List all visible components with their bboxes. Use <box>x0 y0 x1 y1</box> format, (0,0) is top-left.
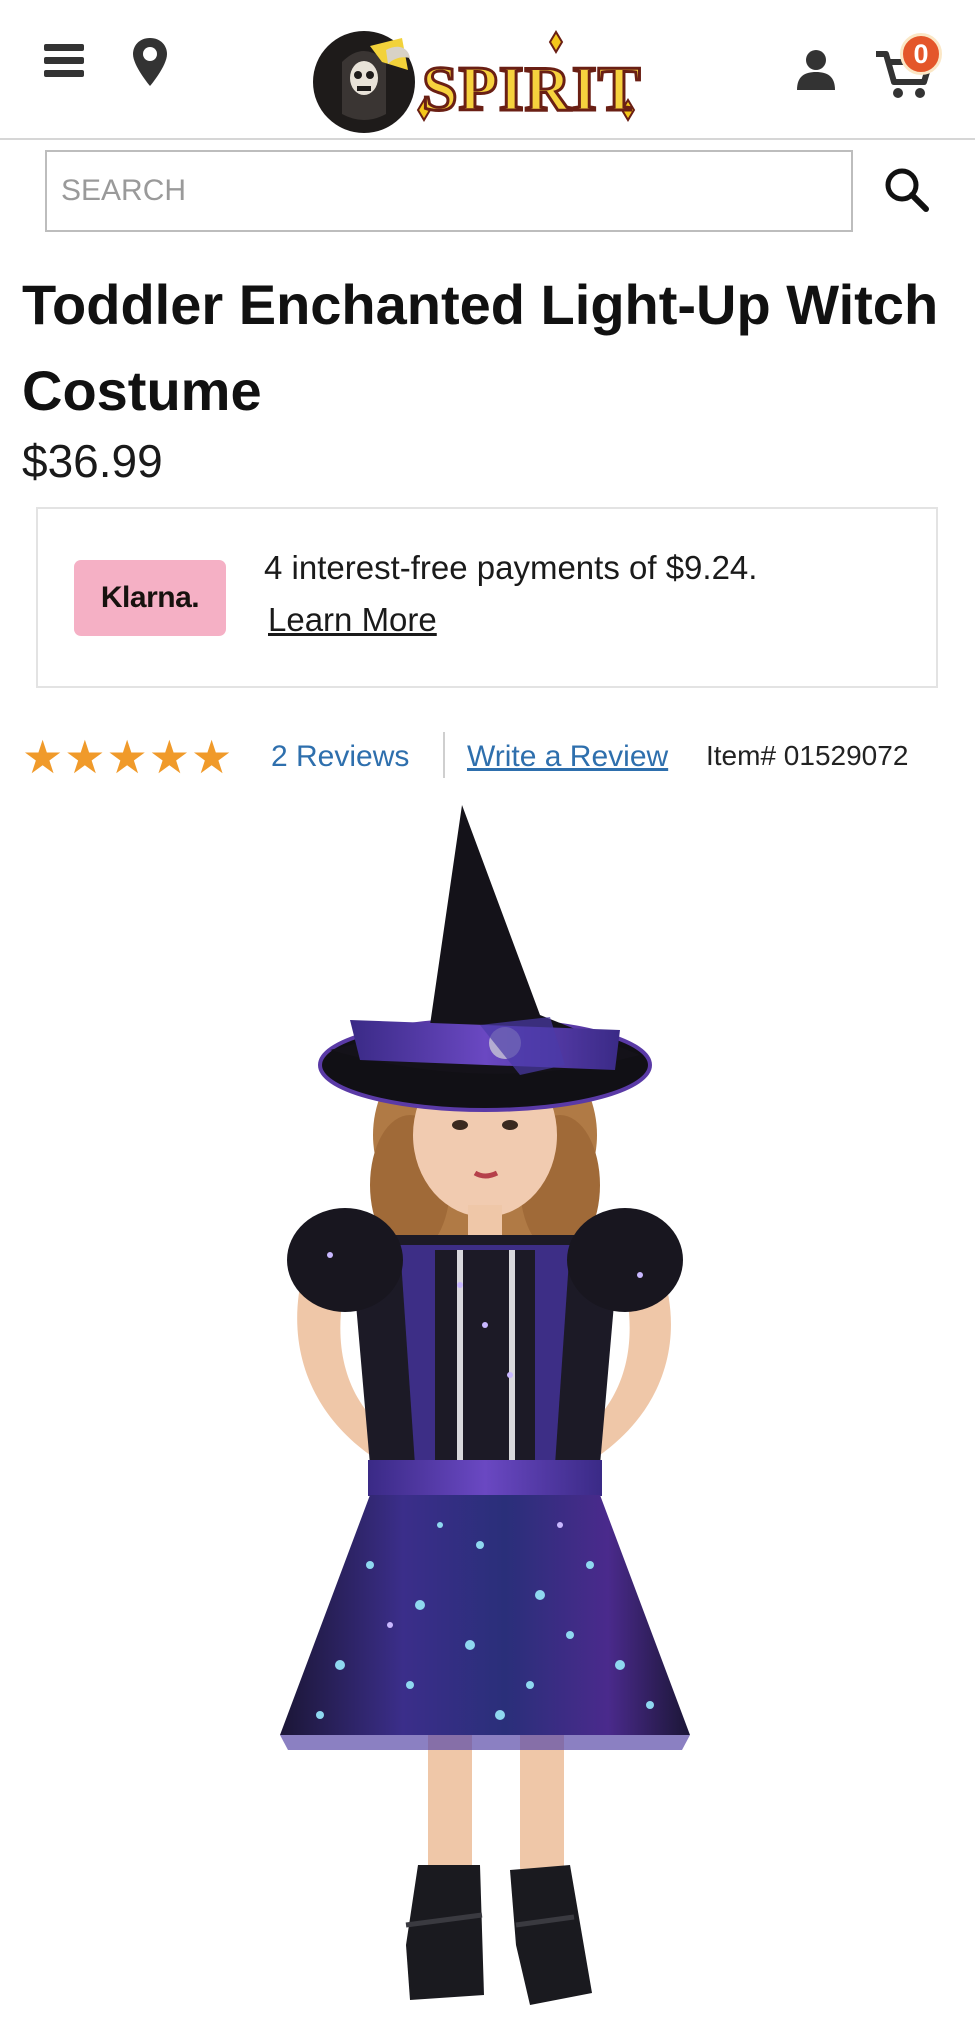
product-price: $36.99 <box>22 435 163 487</box>
item-number: Item# 01529072 <box>706 740 909 771</box>
klarna-badge: Klarna. <box>74 560 226 636</box>
write-review-link[interactable]: Write a Review <box>467 740 668 774</box>
location-pin-icon[interactable] <box>130 36 170 88</box>
cart-count-badge[interactable]: 0 <box>900 33 942 75</box>
menu-icon[interactable] <box>44 44 84 78</box>
logo-text: SPIRIT <box>422 53 641 124</box>
klarna-message: 4 interest-free payments of $9.24. <box>264 549 758 586</box>
spirit-logo[interactable]: SPIRIT <box>312 28 657 136</box>
reviews-count-link[interactable]: 2 Reviews <box>271 740 409 774</box>
klarna-learn-more-link[interactable]: Learn More <box>268 601 437 639</box>
search-box <box>45 150 853 232</box>
rating-row: ★★★★★ 2 Reviews Write a Review Item# 015… <box>22 730 962 786</box>
divider <box>443 732 445 778</box>
product-title: Toddler Enchanted Light-Up Witch Costume <box>22 273 939 422</box>
klarna-payment-box: Klarna. 4 interest-free payments of $9.2… <box>36 507 938 688</box>
search-input[interactable] <box>47 152 851 230</box>
user-icon[interactable] <box>794 48 838 92</box>
search-icon[interactable] <box>882 165 930 213</box>
site-header: SPIRIT 0 <box>0 0 975 140</box>
star-rating: ★★★★★ <box>22 731 234 783</box>
product-image[interactable] <box>220 805 760 2030</box>
